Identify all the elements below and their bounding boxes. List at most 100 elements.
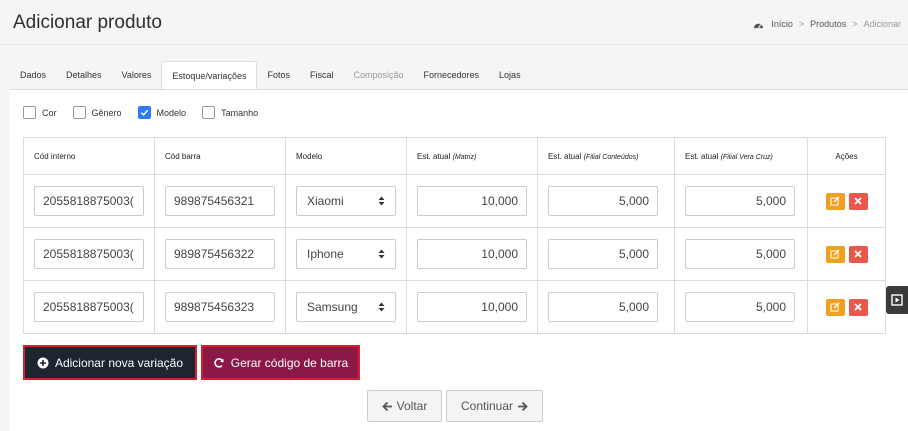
stock-matriz-input[interactable]: 10,000 <box>417 239 527 269</box>
cell: Xiaomi <box>285 174 407 228</box>
edit-icon <box>830 249 840 259</box>
col-label: Est. atual <box>685 151 719 161</box>
tab-valores[interactable]: Valores <box>112 61 162 89</box>
generate-barcode-label: Gerar código de barra <box>230 355 349 370</box>
cell: 10,000 <box>406 174 538 228</box>
internal-code-input[interactable]: 2055818875003( <box>34 186 144 216</box>
stock-matriz-input[interactable]: 10,000 <box>417 292 527 322</box>
filter-tamanho[interactable]: Tamanho <box>202 106 258 119</box>
tab-fotos[interactable]: Fotos <box>257 61 300 89</box>
col-sublabel: (Matriz) <box>452 153 477 161</box>
stock-vera-cruz-input[interactable]: 5,000 <box>685 292 795 322</box>
row-actions <box>818 192 875 210</box>
tab-composicao: Composição <box>353 70 404 80</box>
tab-estoque-variacoes[interactable]: Estoque/variações <box>161 61 258 90</box>
cell: 2055818875003( <box>23 174 155 228</box>
cell: 5,000 <box>674 280 808 334</box>
col-stock-vera-cruz: Est. atual (Filial Vera Cruz) <box>674 137 808 175</box>
internal-code-input[interactable]: 2055818875003( <box>34 292 144 322</box>
col-stock-conteudos: Est. atual (Filial Conteúdos) <box>537 137 675 175</box>
cell: Samsung <box>285 280 407 334</box>
cell: 10,000 <box>406 227 538 281</box>
sort-caret-icon <box>378 196 385 206</box>
barcode-input[interactable]: 989875456322 <box>165 239 275 269</box>
select-value: Samsung <box>307 300 358 314</box>
cell: 989875456322 <box>154 227 286 281</box>
add-variation-label: Adicionar nova variação <box>54 355 184 370</box>
checkbox-label: Tamanho <box>221 107 259 118</box>
close-icon <box>854 250 862 258</box>
tab-lojas[interactable]: Lojas <box>489 61 531 89</box>
stock-conteudos-input[interactable]: 5,000 <box>548 186 658 216</box>
cell: 989875456321 <box>154 174 286 228</box>
tab-content: Cor Gênero Modelo Tamanho Cód interno Có… <box>10 89 908 431</box>
breadcrumb-products[interactable]: Produtos <box>810 19 846 29</box>
cell: 5,000 <box>674 227 808 281</box>
model-select[interactable]: Xiaomi <box>296 186 396 216</box>
barcode-input[interactable]: 989875456321 <box>165 186 275 216</box>
filter-modelo[interactable]: Modelo <box>137 106 186 119</box>
plus-circle-icon <box>37 357 49 368</box>
arrow-right-icon <box>518 401 528 411</box>
tab-fiscal[interactable]: Fiscal <box>300 61 344 89</box>
stock-vera-cruz-input[interactable]: 5,000 <box>685 186 795 216</box>
side-widget-button[interactable] <box>886 286 908 314</box>
sort-caret-icon <box>378 302 385 312</box>
table-row: 2055818875003( 989875456323 Samsung 10,0… <box>23 280 886 334</box>
filter-genero[interactable]: Gênero <box>72 106 122 119</box>
check-icon <box>140 109 148 116</box>
cell: 2055818875003( <box>23 280 155 334</box>
page-title: Adicionar produto <box>13 12 162 33</box>
filter-cor[interactable]: Cor <box>23 106 57 119</box>
continue-button[interactable]: Continuar <box>446 390 543 422</box>
breadcrumb-home[interactable]: Início <box>771 19 793 29</box>
tab-bar: Dados Detalhes Valores Estoque/variações… <box>10 61 531 90</box>
stock-conteudos-input[interactable]: 5,000 <box>548 292 658 322</box>
edit-button[interactable] <box>825 298 845 316</box>
generate-barcode-button[interactable]: Gerar código de barra <box>201 345 360 380</box>
checkbox[interactable] <box>23 106 36 119</box>
cell: Iphone <box>285 227 407 281</box>
edit-button[interactable] <box>825 192 845 210</box>
tab-fornecedores[interactable]: Fornecedores <box>414 61 490 89</box>
cell: 5,000 <box>537 174 675 228</box>
breadcrumb-separator: > <box>798 19 805 29</box>
cell: 989875456323 <box>154 280 286 334</box>
row-actions <box>818 298 875 316</box>
col-barcode: Cód barra <box>154 137 286 175</box>
delete-button[interactable] <box>848 192 868 210</box>
breadcrumb-separator: > <box>852 19 858 29</box>
checkbox-label: Gênero <box>91 107 122 118</box>
col-label: Est. atual <box>417 151 451 161</box>
close-icon <box>854 197 862 205</box>
delete-button[interactable] <box>848 245 868 263</box>
add-variation-button[interactable]: Adicionar nova variação <box>23 345 197 380</box>
close-icon <box>854 303 862 311</box>
col-label: Est. atual <box>548 151 582 161</box>
table-row: 2055818875003( 989875456322 Iphone 10,00… <box>23 227 886 281</box>
checkbox[interactable] <box>72 106 86 119</box>
tab-detalhes[interactable]: Detalhes <box>56 61 112 89</box>
model-select[interactable]: Samsung <box>296 292 396 322</box>
delete-button[interactable] <box>848 298 868 316</box>
barcode-input[interactable]: 989875456323 <box>165 292 275 322</box>
refresh-icon <box>214 357 224 368</box>
edit-button[interactable] <box>825 245 845 263</box>
col-actions: Ações <box>807 137 886 175</box>
cell: 10,000 <box>406 280 538 334</box>
stock-vera-cruz-input[interactable]: 5,000 <box>685 239 795 269</box>
col-model: Modelo <box>285 137 407 175</box>
continue-label: Continuar <box>460 399 514 413</box>
tachometer-icon <box>754 23 764 28</box>
page-header: Adicionar produto Início > Produtos > Ad… <box>0 0 908 45</box>
checkbox[interactable] <box>202 106 216 119</box>
cell <box>807 227 886 281</box>
tab-dados[interactable]: Dados <box>10 61 56 89</box>
sort-caret-icon <box>378 249 385 259</box>
stock-conteudos-input[interactable]: 5,000 <box>548 239 658 269</box>
model-select[interactable]: Iphone <box>296 239 396 269</box>
internal-code-input[interactable]: 2055818875003( <box>34 239 144 269</box>
stock-matriz-input[interactable]: 10,000 <box>417 186 527 216</box>
back-button[interactable]: Voltar <box>367 390 442 422</box>
checkbox-checked[interactable] <box>137 106 151 119</box>
